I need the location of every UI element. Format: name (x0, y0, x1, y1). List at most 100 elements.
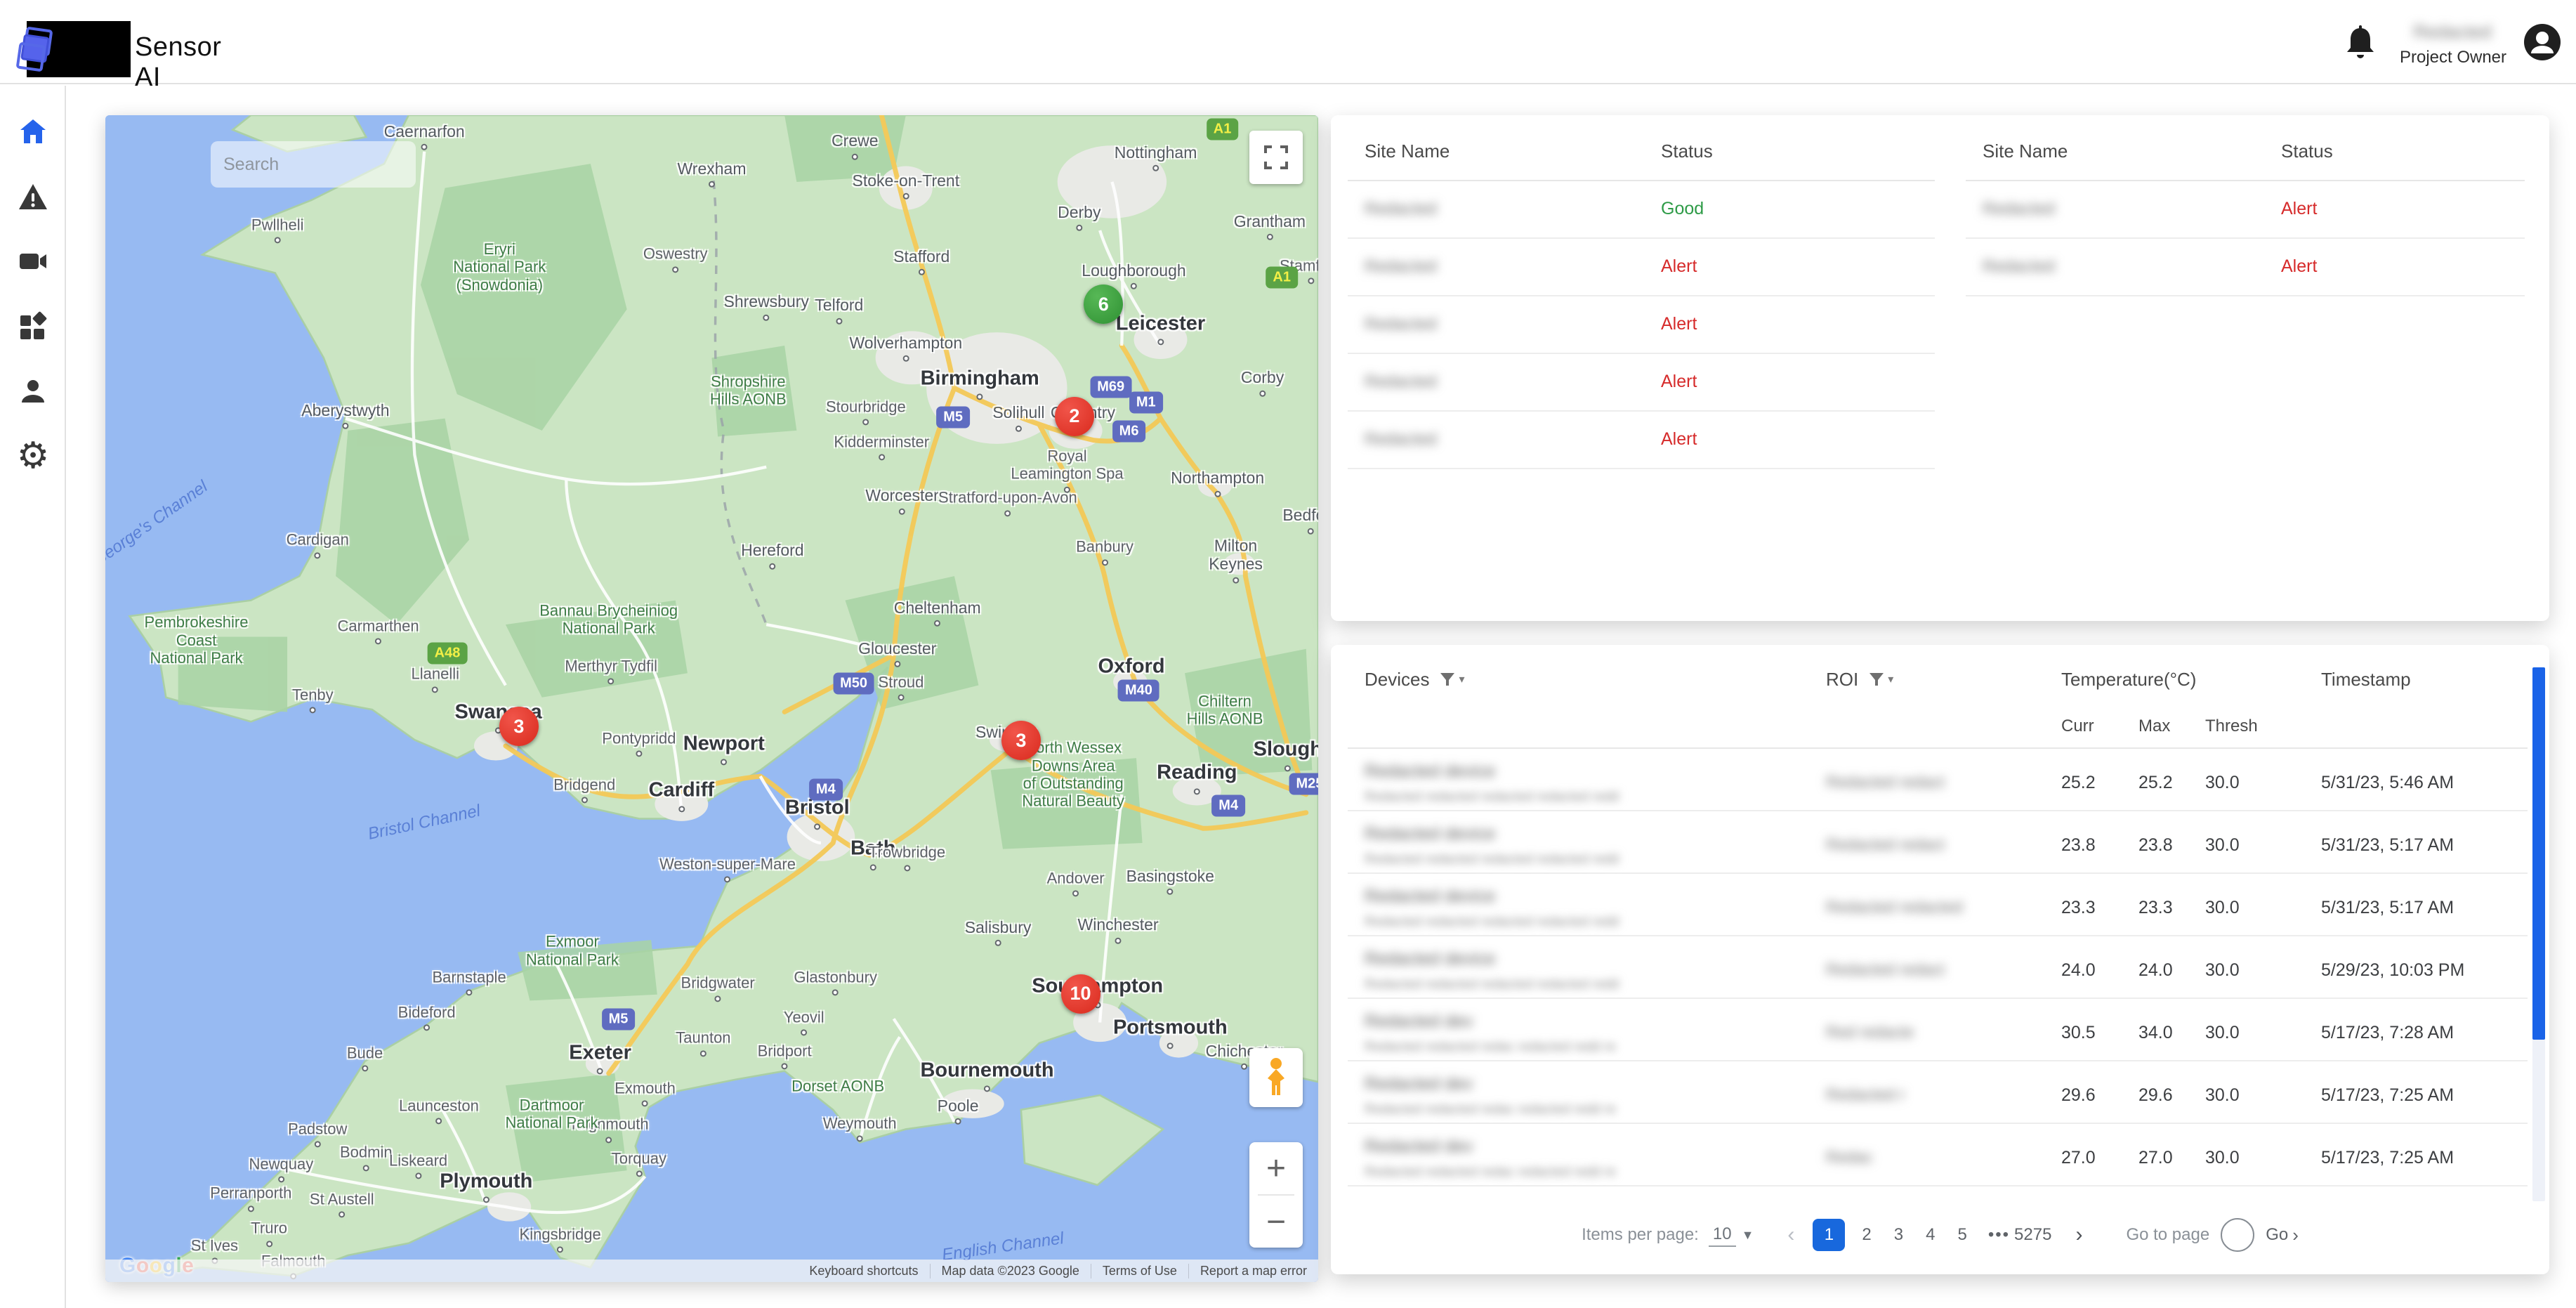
place-label: Worcester (865, 486, 938, 514)
map-search-box[interactable] (211, 141, 416, 188)
site-table-left-header-status: Status (1661, 140, 1713, 162)
left-sidebar: ⚙ (0, 86, 66, 1308)
go-chevron-icon[interactable]: › (2292, 1224, 2299, 1246)
place-label: Pontypridd (602, 729, 676, 757)
place-label: Carmarthen (337, 617, 419, 645)
place-dot (1233, 577, 1239, 583)
place-label: Bournemouth (920, 1059, 1053, 1092)
place-dot (342, 423, 348, 429)
place-dot (700, 1050, 707, 1057)
zoom-out-button[interactable]: − (1249, 1196, 1303, 1248)
map-panel[interactable]: CaernarfonCreweStoke-on-TrentNottinghamD… (105, 115, 1318, 1282)
place-dot (902, 355, 909, 362)
road-badge: A48 (428, 642, 468, 664)
place-label: Wrexham (678, 159, 747, 188)
table-scrollbar-track[interactable] (2532, 667, 2545, 1201)
road-badge: A1 (1207, 118, 1239, 140)
top-header-bar: Sensor AI Redacted Project Owner (0, 0, 2576, 84)
place-label: Bridgend (553, 776, 615, 803)
page-button-4[interactable]: 4 (1914, 1225, 1946, 1245)
page-button-2[interactable]: 2 (1851, 1225, 1882, 1245)
site-table-right-header-name: Site Name (1983, 140, 2068, 162)
sidebar-item-users[interactable] (0, 367, 66, 416)
status-badge: Alert (2281, 256, 2317, 277)
go-button[interactable]: Go (2266, 1225, 2288, 1245)
place-dot (769, 563, 775, 569)
place-label: Basingstoke (1126, 866, 1214, 894)
place-dot (605, 1137, 612, 1143)
place-label: Reading (1157, 761, 1237, 794)
place-dot (1308, 528, 1314, 535)
cluster-marker[interactable]: 10 (1061, 974, 1100, 1014)
sidebar-item-alerts[interactable] (0, 172, 66, 221)
sidebar-item-dashboard[interactable] (0, 302, 66, 351)
place-label: Exeter (569, 1041, 631, 1074)
items-per-page-caret-icon[interactable]: ▼ (1742, 1228, 1754, 1243)
items-per-page-select[interactable]: 10 (1709, 1223, 1736, 1247)
roi-column-header: ROI ▾ (1826, 669, 1893, 691)
sidebar-item-cameras[interactable] (0, 237, 66, 286)
cluster-marker[interactable]: 3 (1001, 721, 1041, 760)
status-badge: Good (1661, 199, 1704, 219)
terms-of-use-link[interactable]: Terms of Use (1091, 1264, 1188, 1278)
park-label: Bannau Brycheiniog National Park (539, 601, 678, 637)
place-label: Nottingham (1115, 143, 1197, 171)
road-badge: M69 (1090, 377, 1131, 398)
place-dot (1016, 425, 1022, 431)
goto-page-input[interactable] (2221, 1218, 2254, 1252)
sidebar-item-settings[interactable]: ⚙ (0, 431, 66, 480)
keyboard-shortcuts-link[interactable]: Keyboard shortcuts (798, 1264, 929, 1278)
place-dot (934, 620, 940, 627)
park-label: Dorset AONB (791, 1077, 884, 1094)
place-dot (1167, 889, 1174, 895)
park-label: Exmoor National Park (526, 933, 619, 969)
place-label: Newport (683, 732, 765, 765)
place-dot (1129, 682, 1135, 688)
place-dot (894, 661, 900, 667)
place-label: Torquay (612, 1149, 666, 1177)
map-fullscreen-button[interactable] (1249, 131, 1303, 184)
place-dot (862, 419, 869, 426)
place-label: Bodmin (340, 1144, 393, 1171)
place-label: Milton Keynes (1195, 536, 1277, 583)
page-button-1[interactable]: 1 (1813, 1219, 1845, 1251)
next-page-button[interactable]: › (2063, 1223, 2095, 1247)
prev-page-button[interactable]: ‹ (1775, 1223, 1807, 1247)
notifications-bell-icon[interactable] (2344, 25, 2377, 60)
cluster-marker[interactable]: 6 (1084, 285, 1123, 324)
park-label: Dartmoor National Park (505, 1097, 598, 1132)
dashboard-icon (18, 311, 48, 342)
cluster-marker[interactable]: 3 (499, 707, 539, 746)
cluster-marker[interactable]: 2 (1055, 397, 1094, 436)
place-dot (1167, 1042, 1174, 1049)
map-search-input[interactable] (223, 155, 449, 175)
place-label: Liskeard (389, 1151, 447, 1179)
account-avatar-icon[interactable] (2523, 22, 2562, 62)
place-dot (1241, 1064, 1247, 1070)
status-badge: Alert (1661, 314, 1697, 334)
place-label: Winchester (1078, 915, 1159, 943)
page-button-3[interactable]: 3 (1883, 1225, 1914, 1245)
last-page-button[interactable]: 5275 (2010, 1225, 2063, 1245)
place-label: Glastonbury (794, 968, 877, 995)
pagination-bar: Items per page: 10 ▼ ‹ 1 2 3 4 5 ••• 527… (1331, 1212, 2549, 1257)
thresh-subheader: Thresh (2205, 717, 2258, 736)
roi-filter-icon[interactable]: ▾ (1868, 671, 1893, 688)
place-dot (715, 995, 721, 1002)
place-label: St Austell (310, 1190, 374, 1217)
zoom-in-button[interactable]: + (1249, 1142, 1303, 1194)
table-scrollbar-thumb[interactable] (2532, 667, 2545, 1040)
place-dot (483, 1196, 489, 1203)
status-badge: Alert (1661, 256, 1697, 277)
page-button-5[interactable]: 5 (1946, 1225, 1978, 1245)
place-dot (1194, 788, 1200, 794)
sidebar-item-home[interactable] (0, 107, 66, 156)
app-title: Sensor AI (135, 32, 221, 93)
place-dot (636, 750, 642, 757)
street-view-pegman-control[interactable] (1249, 1048, 1303, 1107)
place-dot (423, 1025, 430, 1031)
devices-column-header: Devices ▾ (1365, 669, 1465, 691)
report-map-error-link[interactable]: Report a map error (1188, 1264, 1318, 1278)
devices-filter-icon[interactable]: ▾ (1439, 671, 1464, 688)
place-dot (899, 508, 905, 514)
